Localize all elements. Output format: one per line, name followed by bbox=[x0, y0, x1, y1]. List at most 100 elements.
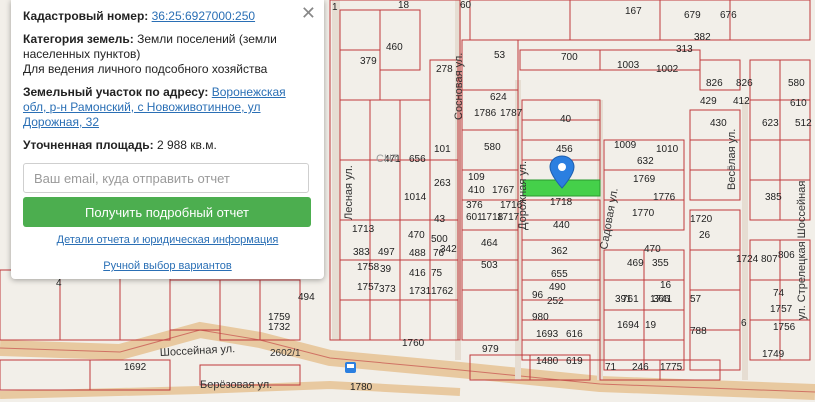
parcel-number: 1757 bbox=[357, 282, 380, 293]
parcel-number: 470 bbox=[644, 244, 661, 255]
parcel-number: 362 bbox=[551, 246, 568, 257]
street-label-7: Лесная ул. bbox=[343, 165, 355, 220]
parcel-number: 624 bbox=[490, 92, 507, 103]
cadastral-link[interactable]: 36:25:6927000:250 bbox=[152, 9, 255, 23]
parcel-number: 416 bbox=[409, 268, 426, 279]
parcel-number: 53 bbox=[494, 50, 506, 61]
parcel-number: 494 bbox=[298, 292, 315, 303]
parcel-number: 18 bbox=[398, 0, 410, 11]
area-label: СНТ bbox=[376, 153, 399, 165]
details-link-wrap: Детали отчета и юридическая информация bbox=[11, 233, 324, 248]
parcel-number: 430 bbox=[710, 118, 727, 129]
parcel-number: 440 bbox=[553, 220, 570, 231]
street-label-5: Весёлая ул. bbox=[726, 129, 738, 190]
parcel-number: 1759 bbox=[268, 312, 291, 323]
parcel-number: 263 bbox=[434, 178, 451, 189]
parcel-number: 464 bbox=[481, 238, 498, 249]
parcel-number: 806 bbox=[778, 250, 795, 261]
parcel-number: 40 bbox=[560, 114, 572, 125]
parcel-number: 1770 bbox=[632, 208, 655, 219]
parcel-number: 1787 bbox=[500, 108, 523, 119]
parcel-number: 1009 bbox=[614, 140, 637, 151]
parcel-number: 1692 bbox=[124, 362, 147, 373]
parcel-number: 376 bbox=[466, 200, 483, 211]
parcel-number: 75 bbox=[431, 268, 443, 279]
parcel-number: 1694 bbox=[617, 320, 640, 331]
parcel-number: 74 bbox=[773, 288, 785, 299]
parcel-number: 580 bbox=[484, 142, 501, 153]
parcel-number: 1780 bbox=[350, 382, 373, 393]
parcel-number: 1014 bbox=[404, 192, 427, 203]
address-row: Земельный участок по адресу: Воронежская… bbox=[23, 85, 312, 130]
bus-stop-icon bbox=[345, 362, 356, 373]
parcel-number: 1731 bbox=[409, 286, 432, 297]
parcel-number: 1776 bbox=[653, 192, 676, 203]
parcel-number: 1003 bbox=[617, 60, 640, 71]
parcel-number: 656 bbox=[409, 154, 426, 165]
parcel-number: 167 bbox=[625, 6, 642, 17]
parcel-number: 1720 bbox=[690, 214, 713, 225]
details-link[interactable]: Детали отчета и юридическая информация bbox=[57, 234, 279, 246]
parcel-number: 96 bbox=[532, 290, 544, 301]
parcel-number: 342 bbox=[440, 244, 457, 255]
parcel-number: 623 bbox=[762, 118, 779, 129]
parcel-number: 655 bbox=[551, 269, 568, 280]
parcel-number: 460 bbox=[386, 42, 403, 53]
category-row: Категория земель: Земли поселений (земли… bbox=[23, 32, 312, 77]
parcel-number: 355 bbox=[652, 258, 669, 269]
parcel-number: 1758 bbox=[357, 262, 380, 273]
parcel-number: 313 bbox=[676, 44, 693, 55]
parcel-number: 679 bbox=[684, 10, 701, 21]
street-label-4: Берёзовая ул. bbox=[200, 379, 272, 391]
parcel-number: 71 bbox=[605, 362, 617, 373]
parcel-number: 826 bbox=[706, 78, 723, 89]
parcel-number: 379 bbox=[360, 56, 377, 67]
parcel-number: 490 bbox=[549, 282, 566, 293]
parcel-number: 470 bbox=[408, 230, 425, 241]
parcel-number: 101 bbox=[434, 144, 451, 155]
address-label: Земельный участок по адресу: bbox=[23, 85, 209, 99]
use-value: Для ведения личного подсобного хозяйства bbox=[23, 62, 268, 76]
parcel-number: 1760 bbox=[402, 338, 425, 349]
parcel-number: 26 bbox=[699, 230, 711, 241]
manual-link-wrap: Ручной выбор вариантов bbox=[11, 259, 324, 274]
parcel-number: 278 bbox=[436, 64, 453, 75]
parcel-number: 252 bbox=[547, 296, 564, 307]
close-icon[interactable]: ✕ bbox=[301, 4, 316, 22]
parcel-number: 456 bbox=[556, 144, 573, 155]
parcel-number: 1749 bbox=[762, 349, 785, 360]
parcel-number: 503 bbox=[481, 260, 498, 271]
parcel-number: 980 bbox=[532, 312, 549, 323]
parcel-number: 1693 bbox=[536, 329, 559, 340]
parcel-info-popup: ✕ Кадастровый номер: 36:25:6927000:250 К… bbox=[11, 0, 324, 279]
get-report-button[interactable]: Получить подробный отчет bbox=[23, 197, 311, 227]
parcel-number: 410 bbox=[468, 185, 485, 196]
parcel-number: 807 bbox=[761, 254, 778, 265]
parcel-number: 1767 bbox=[492, 185, 515, 196]
parcel-number: 412 bbox=[733, 96, 750, 107]
parcel-number: 4 bbox=[56, 278, 62, 289]
parcel-number: 1713 bbox=[352, 224, 375, 235]
parcel-number: 979 bbox=[482, 344, 499, 355]
parcel-number: 60 bbox=[460, 0, 472, 11]
parcel-number: 619 bbox=[566, 356, 583, 367]
parcel-number: 391 bbox=[615, 294, 632, 305]
parcel-number: 6 bbox=[741, 318, 747, 329]
parcel-number: 366 bbox=[653, 294, 670, 305]
parcel-number: 109 bbox=[468, 172, 485, 183]
parcel-number: 1786 bbox=[474, 108, 497, 119]
area-row: Уточненная площадь: 2 988 кв.м. bbox=[23, 138, 312, 153]
manual-select-link[interactable]: Ручной выбор вариантов bbox=[103, 260, 231, 272]
parcel-number: 1 bbox=[332, 2, 338, 13]
parcel-number: 246 bbox=[632, 362, 649, 373]
parcel-number: 788 bbox=[690, 326, 707, 337]
email-input[interactable] bbox=[23, 163, 309, 193]
parcel-number: 39 bbox=[380, 264, 392, 275]
parcel-number: 1724 bbox=[736, 254, 759, 265]
street-label-8: ул. Стрелецкая Шоссейная bbox=[796, 181, 808, 320]
parcel-number: 1762 bbox=[431, 286, 454, 297]
cadastral-row: Кадастровый номер: 36:25:6927000:250 bbox=[23, 9, 312, 24]
parcel-number: 1480 bbox=[536, 356, 559, 367]
parcel-number: 16 bbox=[660, 280, 672, 291]
parcel-number: 616 bbox=[566, 329, 583, 340]
